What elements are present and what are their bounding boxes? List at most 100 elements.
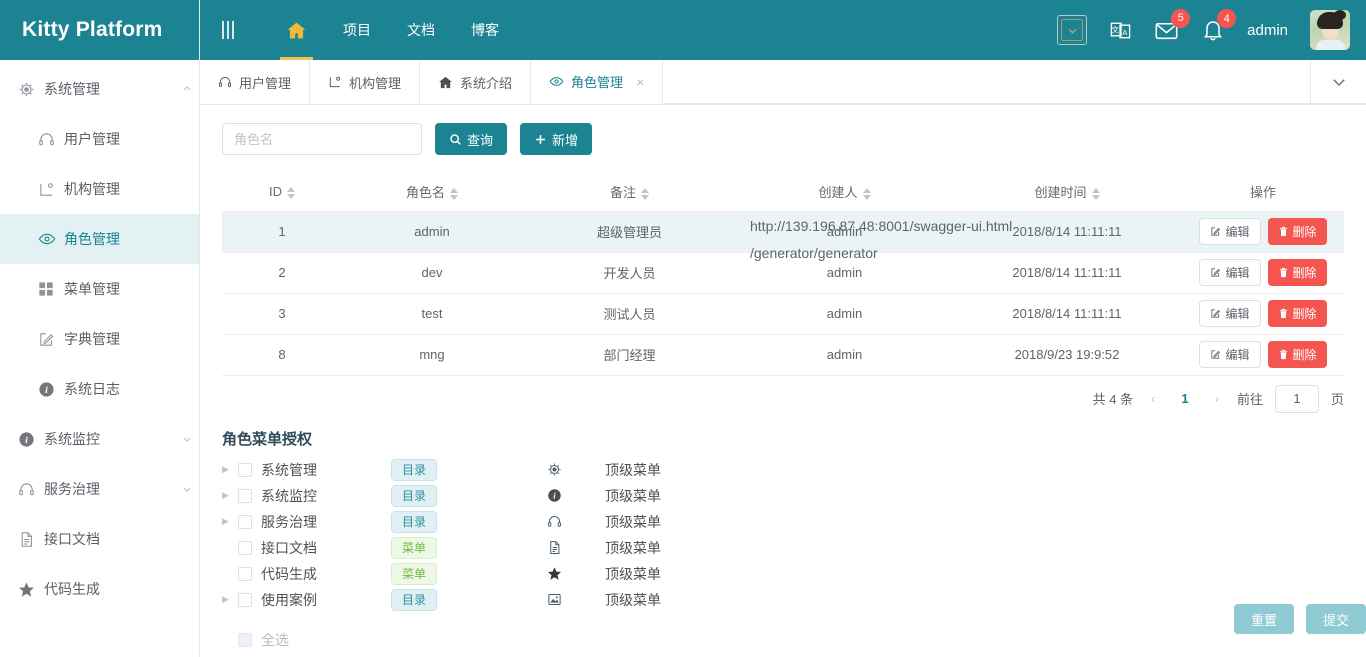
- sort-icon[interactable]: [641, 187, 649, 200]
- tab-options-dropdown[interactable]: [1311, 60, 1366, 104]
- tree-row[interactable]: ▶ 使用案例 目录 顶级菜单: [222, 587, 1344, 613]
- chevron-right-icon[interactable]: ▶: [222, 516, 238, 527]
- top-nav-docs[interactable]: 文档: [389, 0, 453, 60]
- cell-role: dev: [342, 252, 522, 294]
- sidebar-item-org-management[interactable]: 机构管理: [0, 164, 199, 214]
- reset-button[interactable]: 重置: [1233, 604, 1294, 634]
- tab-system-intro[interactable]: 系统介绍: [420, 60, 532, 104]
- delete-button[interactable]: 删除: [1267, 341, 1327, 368]
- sort-icon[interactable]: [1091, 187, 1100, 200]
- sort-icon[interactable]: [862, 187, 871, 200]
- sort-icon[interactable]: [450, 187, 458, 200]
- sidebar-group-system-management[interactable]: 系统管理: [0, 64, 199, 114]
- tree-row[interactable]: ▶ 服务治理 目录 顶级菜单: [222, 509, 1344, 535]
- tab-role-management[interactable]: 角色管理 ×: [531, 60, 664, 104]
- cell-remark: 超级管理员: [522, 211, 737, 253]
- column-header-remark[interactable]: 备注: [522, 173, 737, 212]
- sidebar-group-label: 系统管理: [44, 81, 100, 97]
- sidebar-item-menu-management[interactable]: 菜单管理: [0, 264, 199, 314]
- tree-checkbox[interactable]: [238, 488, 252, 503]
- add-button[interactable]: 新增: [520, 123, 593, 155]
- username-label: admin: [1247, 21, 1288, 39]
- close-icon[interactable]: ×: [636, 74, 644, 90]
- submit-button[interactable]: 提交: [1305, 604, 1366, 634]
- brand-logo[interactable]: Kitty Platform: [0, 0, 199, 60]
- avatar[interactable]: [1310, 10, 1350, 50]
- tree-row[interactable]: ▶ 系统管理 目录 顶级菜单: [222, 457, 1344, 483]
- trash-icon: [1278, 349, 1289, 360]
- select-all-row[interactable]: 全选: [222, 627, 1344, 653]
- hamburger-icon[interactable]: [222, 21, 234, 39]
- edit-button[interactable]: 编辑: [1199, 341, 1261, 368]
- chevron-right-icon[interactable]: ▶: [222, 464, 238, 475]
- tree-top-label: 顶级菜单: [605, 565, 661, 582]
- column-header-creator[interactable]: 创建人: [737, 173, 952, 212]
- edit-square-icon: [38, 331, 64, 348]
- edit-button[interactable]: 编辑: [1199, 300, 1261, 327]
- sidebar-item-label: 字典管理: [64, 331, 120, 347]
- column-header-role[interactable]: 角色名: [342, 173, 522, 212]
- edit-button[interactable]: 编辑: [1199, 259, 1261, 286]
- query-button[interactable]: 查询: [435, 123, 508, 155]
- pencil-square-icon: [1210, 349, 1221, 360]
- tree-type-tag: 目录: [391, 510, 438, 533]
- column-header-id[interactable]: ID: [222, 173, 342, 212]
- search-input[interactable]: [222, 123, 422, 155]
- delete-button[interactable]: 删除: [1267, 218, 1327, 245]
- select-all-checkbox[interactable]: [238, 632, 252, 647]
- pagination-next[interactable]: ›: [1209, 391, 1225, 406]
- chevron-right-icon[interactable]: ▶: [222, 594, 238, 605]
- top-nav-label: 项目: [343, 22, 371, 38]
- tree-row[interactable]: 接口文档 菜单 顶级菜单: [222, 535, 1344, 561]
- notifications-button[interactable]: 4: [1201, 9, 1237, 42]
- tab-org-management[interactable]: 机构管理: [310, 60, 421, 104]
- tree-checkbox[interactable]: [238, 592, 252, 607]
- sidebar-group-system-monitor[interactable]: i 系统监控: [0, 414, 199, 464]
- sidebar-item-api-doc[interactable]: 接口文档: [0, 514, 199, 564]
- table-row[interactable]: 3 test 测试人员 admin 2018/8/14 11:11:11 编辑: [222, 293, 1344, 335]
- pagination-jump-input[interactable]: [1274, 384, 1319, 413]
- edit-button[interactable]: 编辑: [1199, 218, 1261, 245]
- top-nav-blog[interactable]: 博客: [453, 0, 517, 60]
- delete-button[interactable]: 删除: [1267, 259, 1327, 286]
- tree-checkbox[interactable]: [238, 540, 252, 555]
- headset-icon: [38, 131, 64, 148]
- sidebar-item-dict-management[interactable]: 字典管理: [0, 314, 199, 364]
- org-icon: [38, 181, 64, 198]
- table-row[interactable]: 8 mng 部门经理 admin 2018/9/23 19:9:52 编辑 删除: [222, 334, 1344, 376]
- cell-created: 2018/8/14 11:11:11: [952, 293, 1182, 335]
- sidebar-item-system-log[interactable]: i 系统日志: [0, 364, 199, 414]
- messages-button[interactable]: 5: [1154, 8, 1191, 43]
- language-button[interactable]: 文 A: [1109, 19, 1132, 42]
- tab-user-management[interactable]: 用户管理: [200, 60, 311, 104]
- pagination-prev[interactable]: ‹: [1145, 391, 1161, 406]
- sidebar-group-service-governance[interactable]: 服务治理: [0, 464, 199, 514]
- column-header-created[interactable]: 创建时间: [952, 173, 1182, 212]
- app-root: Kitty Platform 系统管理 用户管理 机构管理 角色管理 菜单管理 …: [0, 0, 1366, 657]
- tree-row[interactable]: ▶ 系统监控 目录 i 顶级菜单: [222, 483, 1344, 509]
- tab-label: 用户管理: [239, 75, 292, 91]
- sidebar-item-label: 系统日志: [64, 381, 120, 397]
- roles-table: ID 角色名 备注 创建人 创建时间 操作 1 admin 超级管理员 admi…: [222, 173, 1344, 376]
- tree-checkbox[interactable]: [238, 462, 252, 477]
- image-icon: [485, 592, 605, 607]
- sidebar-item-code-generator[interactable]: 代码生成: [0, 564, 199, 614]
- delete-button[interactable]: 删除: [1267, 300, 1327, 327]
- org-icon: [328, 75, 342, 89]
- tree-top-label: 顶级菜单: [605, 513, 661, 530]
- theme-switch-button[interactable]: [1057, 15, 1088, 45]
- pagination-page-1[interactable]: 1: [1173, 391, 1196, 406]
- chevron-right-icon[interactable]: ▶: [222, 490, 238, 501]
- info-circle-icon: i: [38, 381, 64, 398]
- sidebar-item-role-management[interactable]: 角色管理: [0, 214, 199, 264]
- top-nav-project[interactable]: 项目: [325, 0, 389, 60]
- sort-icon[interactable]: [287, 186, 295, 199]
- tree-row[interactable]: 代码生成 菜单 顶级菜单: [222, 561, 1344, 587]
- sidebar-item-user-management[interactable]: 用户管理: [0, 114, 199, 164]
- top-nav-home[interactable]: [268, 0, 325, 60]
- url-text-block: http://139.196.87.48:8001/swagger-ui.htm…: [750, 213, 1012, 267]
- tree-checkbox[interactable]: [238, 566, 252, 581]
- brand-title: Kitty Platform: [22, 18, 163, 41]
- tree-checkbox[interactable]: [238, 514, 252, 529]
- cell-operations: 编辑 删除: [1182, 252, 1344, 294]
